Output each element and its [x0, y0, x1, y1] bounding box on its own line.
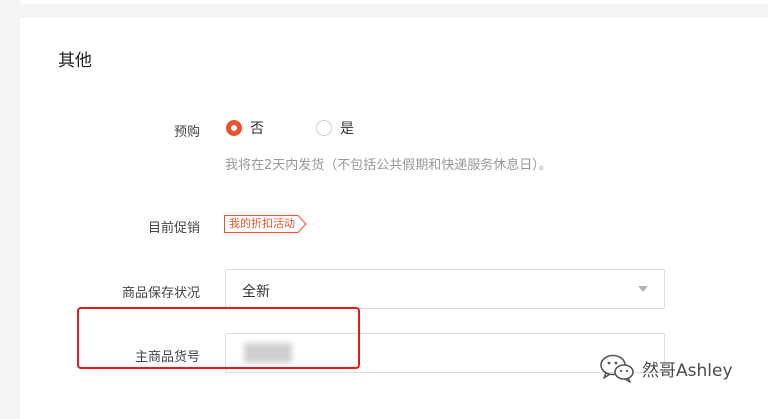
preorder-label: 预购 [173, 125, 200, 140]
sku-label: 主商品货号 [134, 350, 200, 365]
condition-label: 商品保存状况 [121, 286, 200, 301]
condition-selected-value: 全新 [242, 284, 270, 300]
preorder-hint: 我将在2天内发货（不包括公共假期和快递服务休息日）。 [225, 158, 552, 173]
promotion-label: 目前促销 [147, 221, 200, 236]
promotion-tag[interactable]: 我的折扣活动 [224, 215, 307, 233]
preorder-option-label: 是 [340, 121, 354, 137]
previous-card-edge [20, 0, 768, 4]
redacted-sku-value [244, 343, 292, 363]
tag-arrow-icon [298, 215, 307, 233]
wechat-icon [600, 354, 634, 383]
chevron-down-icon [638, 286, 648, 292]
radio-unchecked-icon[interactable] [316, 120, 332, 136]
preorder-option-yes[interactable]: 是 [316, 118, 354, 138]
preorder-radio-group: 否 是 [226, 118, 406, 138]
condition-select[interactable]: 全新 [225, 269, 665, 309]
radio-checked-icon[interactable] [226, 120, 242, 136]
preorder-option-label: 否 [250, 121, 264, 137]
watermark: 然哥Ashley [598, 353, 733, 383]
promotion-tag-text: 我的折扣活动 [224, 215, 298, 233]
preorder-option-no[interactable]: 否 [226, 118, 264, 138]
watermark-text: 然哥Ashley [642, 360, 733, 381]
section-title: 其他 [58, 51, 92, 71]
